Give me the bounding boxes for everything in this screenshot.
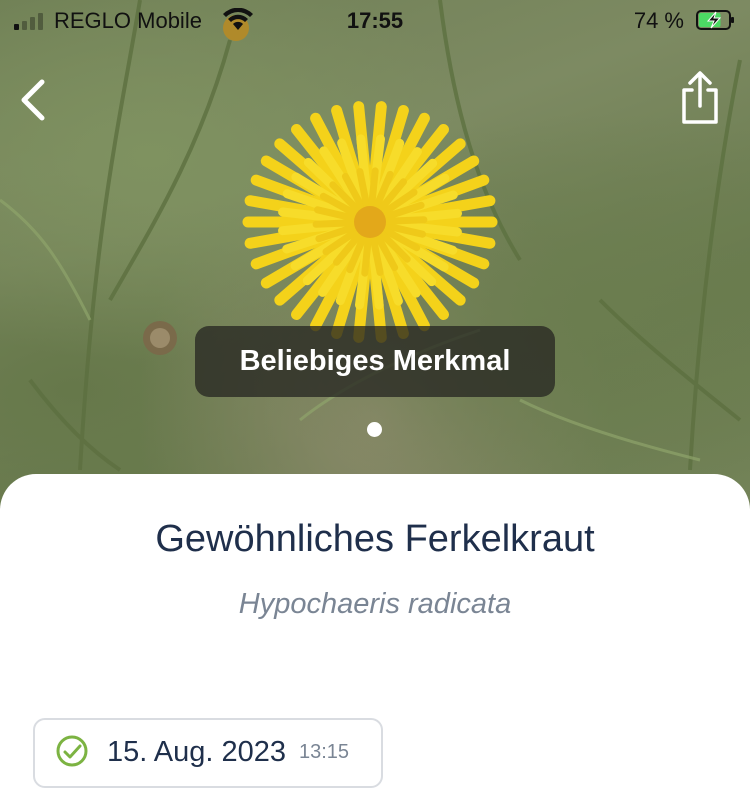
- common-name: Gewöhnliches Ferkelkraut: [155, 518, 595, 560]
- scientific-name: Hypochaeris radicata: [238, 588, 512, 620]
- page-indicator-dot: [367, 422, 382, 437]
- battery-percent: 74 %: [633, 8, 684, 33]
- observation-date-card[interactable]: 15. Aug. 2023 13:15: [33, 718, 383, 788]
- status-bar: REGLO Mobile 17:55 74 %: [0, 0, 750, 42]
- feature-label: Beliebiges Merkmal: [239, 345, 511, 377]
- observation-time: 13:15: [299, 741, 350, 763]
- share-button[interactable]: [676, 70, 724, 126]
- observation-date: 15. Aug. 2023: [107, 736, 286, 768]
- chevron-left-icon: [21, 79, 45, 121]
- back-button[interactable]: [14, 76, 54, 124]
- species-photo[interactable]: [0, 0, 750, 520]
- feature-label-pill: Beliebiges Merkmal: [195, 326, 555, 397]
- share-icon: [682, 71, 718, 124]
- species-detail-sheet: Gewöhnliches Ferkelkraut Hypochaeris rad…: [0, 474, 750, 788]
- battery-charging-icon: [696, 10, 734, 30]
- verified-check-icon: [56, 735, 88, 767]
